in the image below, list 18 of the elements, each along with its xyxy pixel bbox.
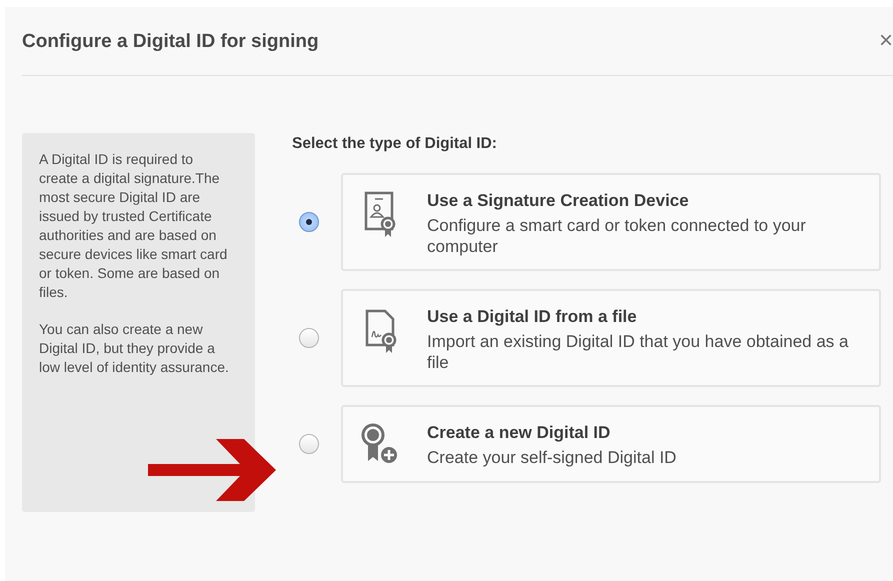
option-description: Configure a smart card or token connected to your computer [427, 215, 807, 257]
option-title: Use a Signature Creation Device [427, 191, 690, 211]
option-title: Use a Digital ID from a file [427, 307, 638, 327]
option-card[interactable]: Use a Digital ID from a file Import an existing Digital ID that you have obtained as a file [341, 289, 881, 387]
info-text: You can also create a new Digital ID, but they provide a low level of identity assurance. [39, 320, 230, 377]
section-heading: Select the type of Digital ID: [292, 135, 498, 153]
option-card[interactable]: Use a Signature Creation Device Configure a smart card or token connected to your computer [341, 173, 881, 271]
dialog-title: Configure a Digital ID for signing [22, 30, 319, 53]
option-card[interactable]: Create a new Digital ID Create your self-signed Digital ID [341, 405, 881, 483]
arrow-icon [148, 439, 278, 501]
close-button[interactable]: × [879, 29, 893, 53]
radio-button[interactable] [299, 212, 319, 232]
info-text: A Digital ID is required to create a digital signature.The most secure Digital ID are issued by trusted Certificate authorities and are based on secure devices like smart card or token. Some are based on files. [39, 150, 228, 302]
option-title: Create a new Digital ID [427, 423, 612, 443]
radio-button[interactable] [299, 328, 319, 348]
radio-button[interactable] [299, 434, 319, 454]
option-description: Import an existing Digital ID that you have obtained as a file [427, 331, 850, 373]
option-description: Create your self-signed Digital ID [427, 447, 676, 468]
